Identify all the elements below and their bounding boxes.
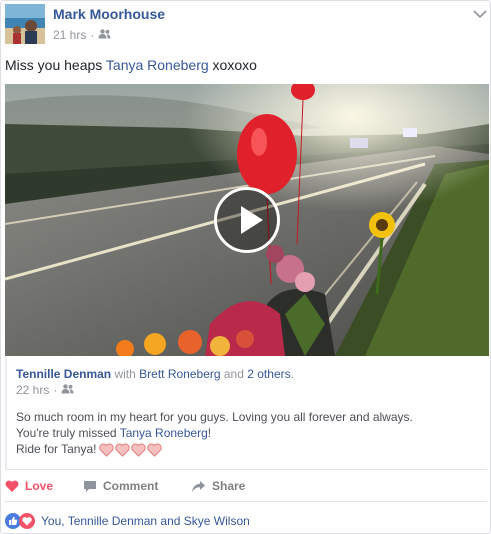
post-meta: 21 hrs · <box>53 28 111 42</box>
post-card: Mark Moorhouse 21 hrs · Miss you heaps T… <box>0 0 491 534</box>
share-button[interactable]: Share <box>191 479 245 493</box>
shared-line2-suffix: ! <box>207 426 212 440</box>
heart-icon <box>114 443 130 457</box>
shared-with-name[interactable]: Brett Roneberg <box>139 367 220 381</box>
heart-icon <box>130 443 146 457</box>
post-author-name[interactable]: Mark Moorhouse <box>53 6 165 22</box>
love-reaction-icon <box>19 513 35 529</box>
shared-author-name[interactable]: Tennille Denman <box>16 367 111 381</box>
shared-text-line3: Ride for Tanya! <box>16 441 413 457</box>
shared-period: . <box>290 367 294 381</box>
shared-line2-prefix: You're truly missed <box>16 426 120 440</box>
shared-meta: 22 hrs · <box>16 383 74 397</box>
love-button[interactable]: Love <box>5 479 53 493</box>
comment-button[interactable]: Comment <box>83 479 158 493</box>
love-label: Love <box>25 479 54 493</box>
share-icon <box>192 480 205 492</box>
heart-emoji-icons <box>98 443 162 457</box>
shared-with-text: with <box>111 367 140 381</box>
post-timestamp[interactable]: 21 hrs <box>53 28 86 42</box>
reaction-icons <box>5 513 35 529</box>
comment-label: Comment <box>103 479 159 493</box>
post-text-prefix: Miss you heaps <box>5 57 106 73</box>
video-player[interactable] <box>5 84 489 356</box>
shared-author-line: Tennille Denman with Brett Roneberg and … <box>16 367 294 381</box>
post-text: Miss you heaps Tanya Roneberg xoxoxo <box>5 57 257 73</box>
shared-timestamp[interactable]: 22 hrs <box>16 383 49 397</box>
shared-and-text: and <box>220 367 248 381</box>
divider <box>5 469 487 470</box>
shared-others-link[interactable]: 2 others <box>247 367 290 381</box>
post-actions: Love Comment Share <box>5 475 487 497</box>
comment-icon <box>84 480 96 492</box>
chevron-down-icon[interactable] <box>473 6 487 19</box>
shared-line3-text: Ride for Tanya! <box>16 442 97 456</box>
heart-icon <box>146 443 162 457</box>
shared-text-line2: You're truly missed Tanya Roneberg! <box>16 425 413 441</box>
shared-tagged-link[interactable]: Tanya Roneberg <box>120 426 208 440</box>
reactions-summary[interactable]: You, Tennille Denman and Skye Wilson <box>5 513 250 529</box>
shared-post-bar <box>5 357 7 469</box>
shared-text: So much room in my heart for you guys. L… <box>16 409 413 457</box>
shared-post: Tennille Denman with Brett Roneberg and … <box>5 357 489 469</box>
divider <box>5 501 487 502</box>
reactions-text[interactable]: You, Tennille Denman and Skye Wilson <box>41 514 250 528</box>
friends-icon[interactable] <box>61 383 74 397</box>
heart-icon <box>5 480 19 492</box>
post-text-suffix: xoxoxo <box>208 57 257 73</box>
heart-icon <box>98 443 114 457</box>
avatar[interactable] <box>5 4 45 44</box>
post-header: Mark Moorhouse 21 hrs · <box>5 4 487 44</box>
shared-text-line1: So much room in my heart for you guys. L… <box>16 410 413 424</box>
share-label: Share <box>212 479 246 493</box>
tagged-user-link[interactable]: Tanya Roneberg <box>106 57 209 73</box>
friends-icon[interactable] <box>98 28 111 42</box>
play-icon[interactable] <box>214 187 280 253</box>
